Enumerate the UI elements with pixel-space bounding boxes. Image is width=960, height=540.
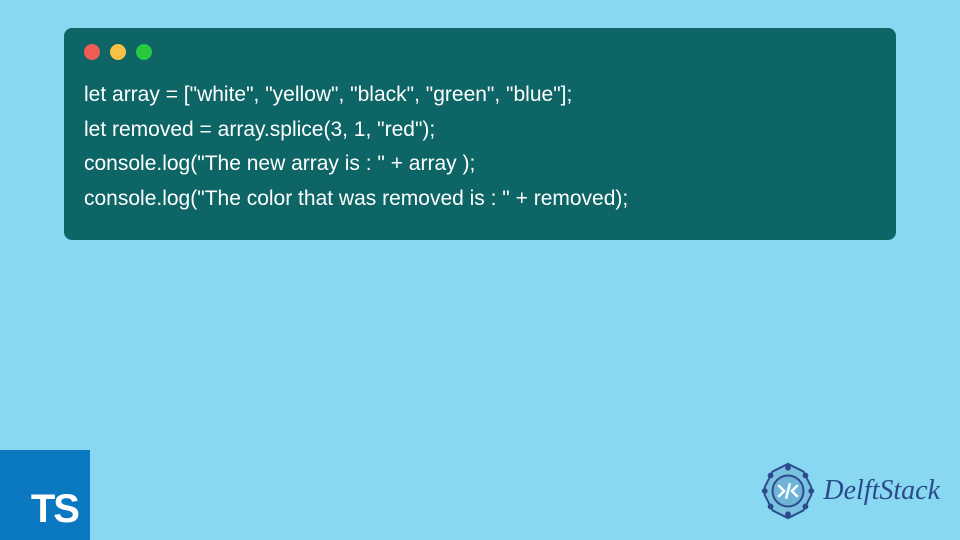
ts-badge-text: TS: [31, 487, 78, 532]
code-line-3: console.log("The new array is : " + arra…: [84, 152, 475, 175]
typescript-badge: TS: [0, 450, 90, 540]
code-window: let array = ["white", "yellow", "black",…: [64, 28, 896, 240]
delftstack-text: DelftStack: [823, 475, 940, 507]
delftstack-icon: [757, 460, 819, 522]
code-line-2: let removed = array.splice(3, 1, "red");: [84, 118, 435, 141]
delftstack-logo: DelftStack: [757, 460, 940, 522]
minimize-dot-icon: [110, 44, 126, 60]
code-content: let array = ["white", "yellow", "black",…: [84, 78, 876, 217]
code-line-4: console.log("The color that was removed …: [84, 187, 628, 210]
close-dot-icon: [84, 44, 100, 60]
maximize-dot-icon: [136, 44, 152, 60]
code-line-1: let array = ["white", "yellow", "black",…: [84, 83, 572, 106]
window-controls: [84, 44, 876, 60]
